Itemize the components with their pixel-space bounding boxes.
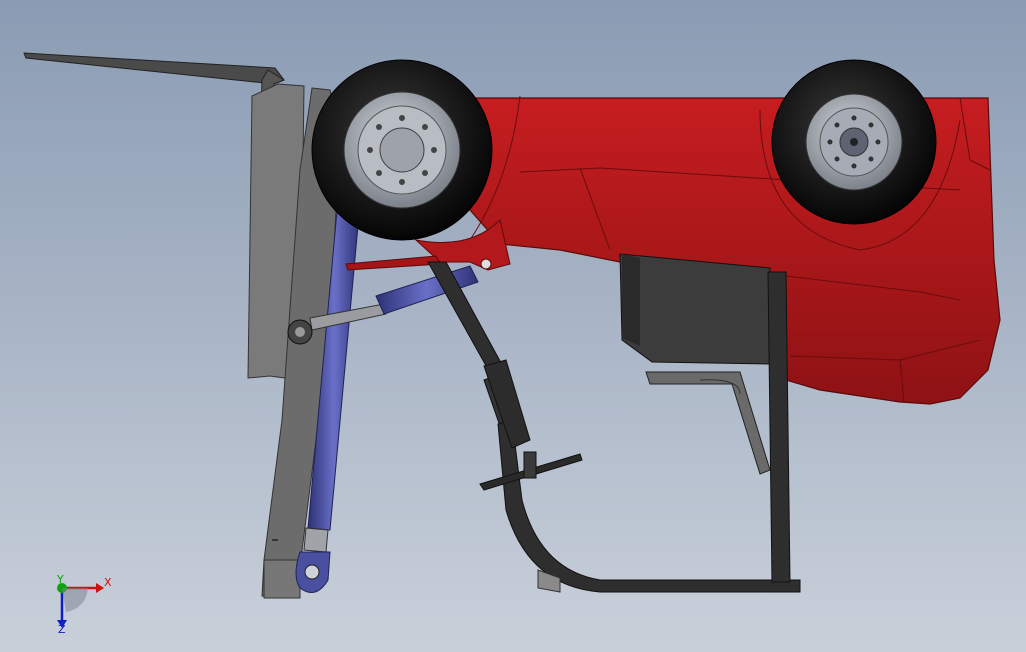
y-axis-label: Y xyxy=(56,573,64,586)
battery-box[interactable] xyxy=(619,253,771,365)
rear-wheel[interactable] xyxy=(771,59,937,225)
x-axis-label: X xyxy=(104,576,112,589)
cad-viewport[interactable]: X Y Z xyxy=(0,0,1026,652)
model-canvas[interactable]: X Y Z xyxy=(0,0,1026,652)
z-axis-label: Z xyxy=(58,623,66,636)
front-wheel[interactable] xyxy=(311,59,493,241)
